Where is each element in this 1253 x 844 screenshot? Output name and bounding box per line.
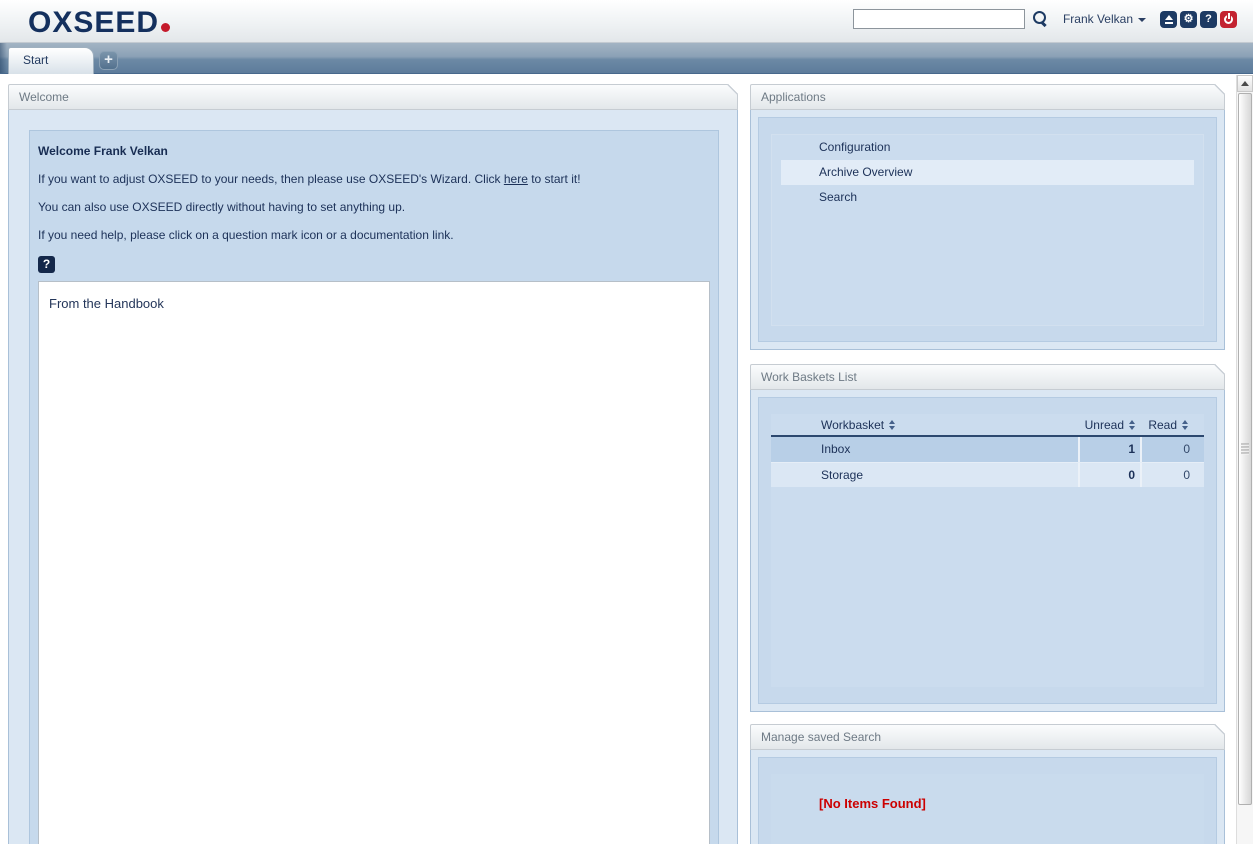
logo-text: OXSEED [28,6,160,39]
oxseed-logo: OXSEED [28,6,171,40]
tab-bar: Start + [0,43,1253,74]
header-icon-buttons: ⚙ ? [1160,10,1237,28]
logo-dot-icon [161,23,171,32]
sort-icon [888,419,897,430]
wizard-here-link[interactable]: here [504,172,528,186]
applications-list: Configuration Archive Overview Search [771,134,1204,326]
applications-panel-body: Configuration Archive Overview Search [750,110,1225,350]
workbaskets-panel-header: Work Baskets List [750,364,1225,390]
welcome-message-box: Welcome Frank Velkan If you want to adju… [29,130,719,844]
unread-count: 0 [1078,463,1142,487]
app-header: OXSEED Frank Velkan ⚙ ? [0,0,1253,43]
question-mark-icon[interactable]: ? [38,256,55,273]
sort-icon [1128,419,1137,430]
welcome-wizard-line: If you want to adjust OXSEED to your nee… [38,172,710,186]
applications-panel: Applications Configuration Archive Overv… [750,84,1225,350]
help-icon[interactable]: ? [1200,10,1217,28]
welcome-greeting: Welcome Frank Velkan [38,144,168,158]
applications-panel-header: Applications [750,84,1225,110]
column-label: Read [1148,418,1177,432]
header-toolbar: Frank Velkan ⚙ ? [852,9,1237,29]
app-item-search[interactable]: Search [772,185,1203,210]
column-label: Unread [1084,418,1124,432]
wizard-line-post: to start it! [527,172,581,186]
user-name: Frank Velkan [1062,12,1133,26]
scrollbar-grip-icon [1241,443,1249,455]
column-label: Workbasket [821,418,885,432]
workbaskets-table-header: Workbasket Unread Read [771,414,1204,437]
table-row-storage[interactable]: Storage 0 0 [771,462,1204,487]
wizard-line-pre: If you want to adjust OXSEED to your nee… [38,172,504,186]
saved-search-list: [No Items Found] [771,774,1204,844]
column-header-read[interactable]: Read [1142,414,1204,435]
workbaskets-table: Workbasket Unread Read Inbox 1 0 Storage… [771,414,1204,687]
add-tab-button[interactable]: + [99,51,118,70]
read-count: 0 [1183,442,1190,456]
workbasket-name: Inbox [821,442,851,456]
power-icon[interactable] [1220,10,1237,28]
eject-bar [1164,21,1173,24]
welcome-panel: Welcome Welcome Frank Velkan If you want… [8,84,738,844]
handbook-box: From the Handbook [38,281,710,844]
sort-icon [1181,419,1190,430]
welcome-line2: You can also use OXSEED directly without… [38,200,406,214]
workbasket-name: Storage [821,468,864,482]
applications-panel-inner: Configuration Archive Overview Search [758,117,1217,342]
read-count: 0 [1183,468,1190,482]
eject-icon[interactable] [1160,10,1177,28]
global-search-input[interactable] [852,9,1025,29]
chevron-down-icon [1138,17,1146,22]
table-row-inbox[interactable]: Inbox 1 0 [771,437,1204,462]
saved-search-panel: Manage saved Search [No Items Found] [750,724,1225,844]
search-icon[interactable] [1029,9,1049,29]
main-content: Welcome Welcome Frank Velkan If you want… [0,74,1253,844]
workbaskets-panel-inner: Workbasket Unread Read Inbox 1 0 Storage… [758,397,1217,704]
gear-icon[interactable]: ⚙ [1180,10,1197,28]
column-header-workbasket[interactable]: Workbasket [771,414,1078,435]
power-circle [1224,12,1233,24]
workbaskets-panel-body: Workbasket Unread Read Inbox 1 0 Storage… [750,390,1225,712]
scrollbar-up-button[interactable] [1237,75,1253,92]
unread-count: 1 [1078,437,1142,462]
workbaskets-panel: Work Baskets List Workbasket Unread Read… [750,364,1225,712]
eject-triangle [1164,14,1173,20]
handbook-title: From the Handbook [49,296,164,311]
vertical-scrollbar[interactable] [1236,75,1253,844]
scrollbar-thumb[interactable] [1238,93,1252,805]
app-item-configuration[interactable]: Configuration [772,135,1203,160]
arrow-up-icon [1241,81,1249,86]
saved-search-panel-header: Manage saved Search [750,724,1225,750]
saved-search-panel-body: [No Items Found] [750,750,1225,844]
column-header-unread[interactable]: Unread [1078,414,1142,435]
welcome-panel-header: Welcome [8,84,738,110]
welcome-line3: If you need help, please click on a ques… [38,228,454,242]
saved-search-panel-inner: [No Items Found] [758,757,1217,844]
user-menu[interactable]: Frank Velkan [1063,12,1146,26]
tab-start[interactable]: Start [8,47,94,74]
welcome-panel-body: Welcome Frank Velkan If you want to adju… [8,110,738,844]
no-items-found-message: [No Items Found] [819,796,926,811]
app-item-archive-overview[interactable]: Archive Overview [781,160,1194,185]
